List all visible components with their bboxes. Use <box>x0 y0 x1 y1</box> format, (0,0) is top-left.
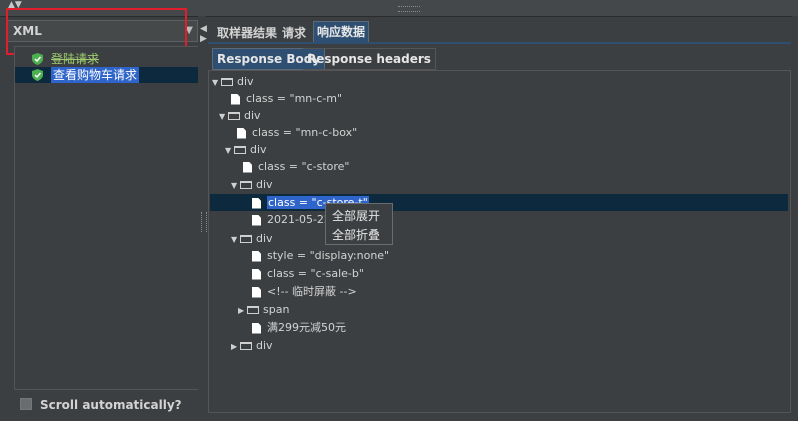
folder-icon <box>240 342 252 350</box>
file-icon <box>231 93 240 105</box>
tree-node-folder[interactable]: ▼ div <box>231 176 273 193</box>
file-icon <box>252 214 261 226</box>
splitter-grip[interactable] <box>201 212 207 232</box>
shield-check-icon <box>32 69 43 81</box>
tab-sampler-result[interactable]: 取样器结果 <box>214 24 280 42</box>
menu-item-expand-all[interactable]: 全部展开 <box>332 207 380 224</box>
file-icon <box>237 127 246 139</box>
folder-icon <box>240 181 252 189</box>
tree-item-cart-request[interactable]: 查看购物车请求 <box>15 67 199 83</box>
expand-arrow-icon[interactable]: ▼ <box>231 177 240 194</box>
splitter-arrows-icon[interactable]: ◀ ▶ <box>200 24 207 44</box>
tree-item-label: 登陆请求 <box>51 52 100 66</box>
tree-node-attribute[interactable]: class = "c-sale-b" <box>252 265 364 282</box>
tree-node-folder[interactable]: ▼ div <box>219 107 261 124</box>
results-tree[interactable]: 登陆请求 查看购物车请求 <box>14 46 200 390</box>
collapse-arrow-icon[interactable]: ▶ <box>238 302 247 319</box>
file-icon <box>252 250 261 262</box>
right-border <box>792 16 798 421</box>
folder-icon <box>228 112 240 120</box>
tree-node-folder[interactable]: ▼ div <box>212 73 254 90</box>
tree-node-attribute[interactable]: class = "mn-c-m" <box>231 90 342 107</box>
tree-node-comment[interactable]: <!-- 临时屏蔽 --> <box>252 283 357 300</box>
tab-response-headers[interactable]: Response headers <box>303 48 436 70</box>
shield-check-icon <box>32 53 43 65</box>
file-icon <box>252 268 261 280</box>
collapse-arrow-icon[interactable]: ▶ <box>231 338 240 355</box>
expand-arrow-icon[interactable]: ▼ <box>231 231 240 248</box>
tree-item-label: 查看购物车请求 <box>51 67 140 83</box>
file-icon <box>252 286 261 298</box>
context-menu: 全部展开 全部折叠 <box>325 203 393 245</box>
tree-node-folder[interactable]: ▼ div <box>225 141 267 158</box>
folder-icon <box>221 78 233 86</box>
tree-node-text[interactable]: 满299元减50元 <box>252 319 346 336</box>
expand-arrow-icon[interactable]: ▼ <box>225 142 234 159</box>
tree-node-attribute[interactable]: style = "display:none" <box>252 247 389 264</box>
tree-node-text[interactable]: 2021-05-22 <box>252 211 331 228</box>
tab-request[interactable]: 请求 <box>279 24 309 42</box>
tree-node-folder[interactable]: ▶ span <box>238 301 289 318</box>
tab-response-data[interactable]: 响应数据 <box>313 21 370 43</box>
tree-node-folder[interactable]: ▶ div <box>231 337 273 354</box>
tree-node-folder[interactable]: ▼ div <box>231 230 273 247</box>
folder-icon <box>234 146 246 154</box>
file-icon <box>243 161 252 173</box>
folder-icon <box>240 235 252 243</box>
folder-icon <box>247 306 259 314</box>
scroll-automatically-checkbox[interactable] <box>20 398 32 410</box>
expand-arrow-icon[interactable]: ▼ <box>212 74 221 91</box>
menu-item-collapse-all[interactable]: 全部折叠 <box>332 226 380 243</box>
tree-node-attribute[interactable]: class = "mn-c-box" <box>237 124 357 141</box>
response-tree[interactable] <box>208 70 791 413</box>
file-icon <box>252 197 261 209</box>
file-icon <box>252 322 261 334</box>
tree-node-attribute[interactable]: class = "c-store" <box>243 158 349 175</box>
top-splitter-grip[interactable] <box>398 6 420 12</box>
scroll-automatically-label: Scroll automatically? <box>40 398 182 412</box>
tree-item-login-request[interactable]: 登陆请求 <box>15 51 199 67</box>
expand-arrow-icon[interactable]: ▼ <box>219 108 228 125</box>
